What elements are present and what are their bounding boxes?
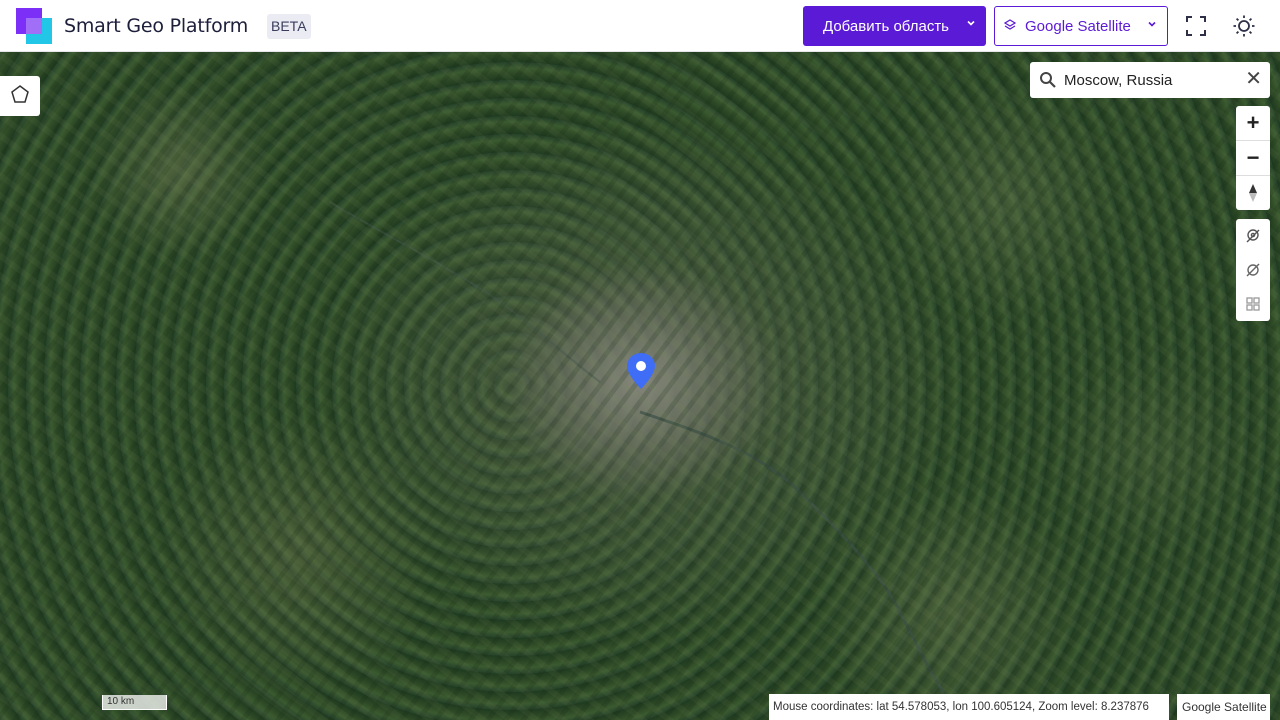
sun-icon[interactable] (1232, 14, 1256, 38)
draw-polygon-button[interactable] (0, 76, 40, 116)
mouse-coordinates: Mouse coordinates: lat 54.578053, lon 10… (769, 694, 1169, 720)
fullscreen-icon[interactable] (1184, 14, 1208, 38)
location-pin-icon[interactable] (626, 352, 656, 390)
brand-name: Smart Geo Platform (64, 15, 249, 37)
search-icon (1039, 71, 1057, 89)
map-attribution: Google Satellite (1177, 694, 1270, 720)
map-scale: 10 km (102, 695, 167, 710)
zoom-in-button[interactable]: + (1236, 106, 1270, 140)
logo-mark[interactable] (16, 8, 52, 44)
map-tools (1236, 219, 1270, 321)
hide-geofence-icon[interactable] (1236, 253, 1270, 287)
beta-badge: BETA (267, 14, 311, 39)
layers-icon (1003, 19, 1017, 34)
add-area-label: Добавить область (823, 17, 949, 35)
add-area-button[interactable]: Добавить область (803, 6, 986, 46)
grid-icon[interactable] (1236, 287, 1270, 321)
location-search[interactable]: ✕ (1030, 62, 1270, 98)
base-layer-select[interactable]: Google Satellite (994, 6, 1168, 46)
app-header: Smart Geo Platform BETA Добавить область… (0, 0, 1280, 52)
zoom-out-button[interactable]: − (1236, 141, 1270, 175)
compass-icon[interactable] (1236, 176, 1270, 210)
close-icon[interactable]: ✕ (1245, 68, 1262, 90)
chevron-down-icon (1147, 19, 1157, 32)
pentagon-icon (10, 84, 30, 109)
search-input[interactable] (1064, 69, 1240, 91)
chevron-down-icon (966, 18, 976, 31)
logo-square-overlap (26, 18, 42, 34)
base-layer-label: Google Satellite (1025, 17, 1131, 35)
zoom-controls: + − (1236, 106, 1270, 210)
geofence-icon[interactable] (1236, 219, 1270, 253)
